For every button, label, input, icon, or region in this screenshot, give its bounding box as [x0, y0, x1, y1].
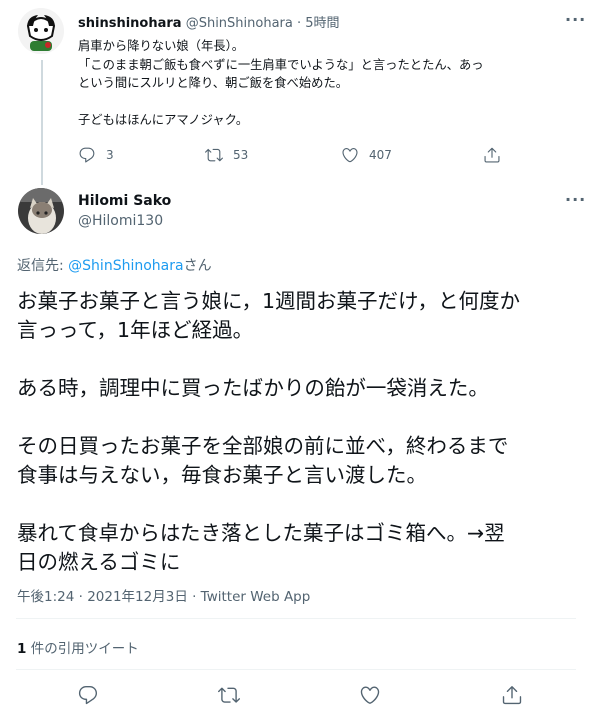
- share-icon: [484, 147, 500, 163]
- parent-reply-count: 3: [106, 148, 114, 162]
- divider: [16, 669, 576, 670]
- parent-text-line: 子どもはほんにアマノジャク。: [78, 113, 249, 127]
- parent-time[interactable]: 5時間: [305, 16, 339, 31]
- reply-suffix: さん: [183, 258, 212, 274]
- parent-text-line: 肩車から降りない娘（年長）。: [78, 39, 245, 53]
- parent-header: shinshinohara @ShinShinohara · 5時間: [78, 16, 340, 31]
- reply-icon: [78, 686, 98, 705]
- main-text-line: 日の燃えるゴミに: [17, 550, 181, 574]
- share-icon: [502, 686, 522, 705]
- tweet-timestamp[interactable]: 午後1:24 · 2021年12月3日 · Twitter Web App: [17, 585, 310, 605]
- main-text: お菓子お菓子と言う娘に，1週間お菓子だけ，と何度か 言っって，1年ほど経過。 あ…: [17, 287, 582, 577]
- like-icon: [360, 686, 380, 704]
- main-avatar[interactable]: [18, 188, 64, 234]
- main-reply-button[interactable]: [77, 684, 99, 706]
- parent-like-button[interactable]: 407: [341, 146, 392, 164]
- main-more-icon[interactable]: ···: [565, 190, 586, 209]
- parent-text-line: という間にスルリと降り、朝ご飯を食べ始めた。: [78, 76, 349, 90]
- reply-prefix: 返信先:: [17, 258, 69, 274]
- parent-text: 肩車から降りない娘（年長）。 「このまま朝ご飯も食べずに一生肩車でいような」と言…: [78, 37, 578, 130]
- main-display-name[interactable]: Hilomi Sako: [78, 193, 171, 209]
- reply-icon: [79, 147, 95, 163]
- parent-more-icon[interactable]: ···: [565, 10, 586, 29]
- main-text-gap: [17, 403, 582, 432]
- parent-reply-button[interactable]: 3: [78, 146, 114, 164]
- main-text-line: 食事は与えない，毎食お菓子と言い渡した。: [17, 463, 427, 487]
- main-text-line: 暴れて食卓からはたき落とした菓子はゴミ箱へ。→翌: [17, 521, 505, 545]
- parent-display-name[interactable]: shinshinohara: [78, 16, 182, 31]
- retweet-icon: [205, 148, 223, 162]
- retweet-icon: [218, 687, 240, 703]
- parent-text-line: 「このまま朝ご飯も食べずに一生肩車でいような」と言ったとたん、あっ: [78, 57, 484, 72]
- main-text-line: 言っって，1年ほど経過。: [17, 318, 254, 342]
- main-text-line: お菓子お菓子と言う娘に，1週間お菓子だけ，と何度か: [17, 289, 520, 313]
- reply-to-link[interactable]: @ShinShinohara: [68, 258, 183, 274]
- parent-share-button[interactable]: [483, 146, 501, 164]
- main-text-gap: [17, 345, 582, 374]
- parent-retweet-button[interactable]: 53: [205, 146, 248, 164]
- quote-label: 件の引用ツイート: [26, 641, 139, 657]
- like-icon: [342, 148, 358, 163]
- parent-avatar[interactable]: [18, 8, 64, 54]
- divider: [16, 618, 576, 619]
- quote-tweets-link[interactable]: 1 件の引用ツイート: [17, 637, 139, 657]
- parent-retweet-count: 53: [233, 148, 249, 162]
- main-retweet-button[interactable]: [218, 684, 240, 706]
- main-share-button[interactable]: [501, 684, 523, 706]
- parent-text-gap: [78, 93, 578, 112]
- main-handle[interactable]: @Hilomi130: [78, 213, 163, 229]
- main-like-button[interactable]: [359, 684, 381, 706]
- main-text-line: ある時，調理中に買ったばかりの飴が一袋消えた。: [17, 376, 489, 400]
- main-text-line: その日買ったお菓子を全部娘の前に並べ，終わるまで: [17, 434, 509, 458]
- main-text-gap: [17, 490, 582, 519]
- reply-context: 返信先: @ShinShinoharaさん: [17, 255, 212, 275]
- parent-handle[interactable]: @ShinShinohara: [186, 16, 293, 31]
- thread-line: [41, 60, 43, 185]
- quote-count: 1: [17, 641, 27, 657]
- parent-like-count: 407: [369, 148, 392, 162]
